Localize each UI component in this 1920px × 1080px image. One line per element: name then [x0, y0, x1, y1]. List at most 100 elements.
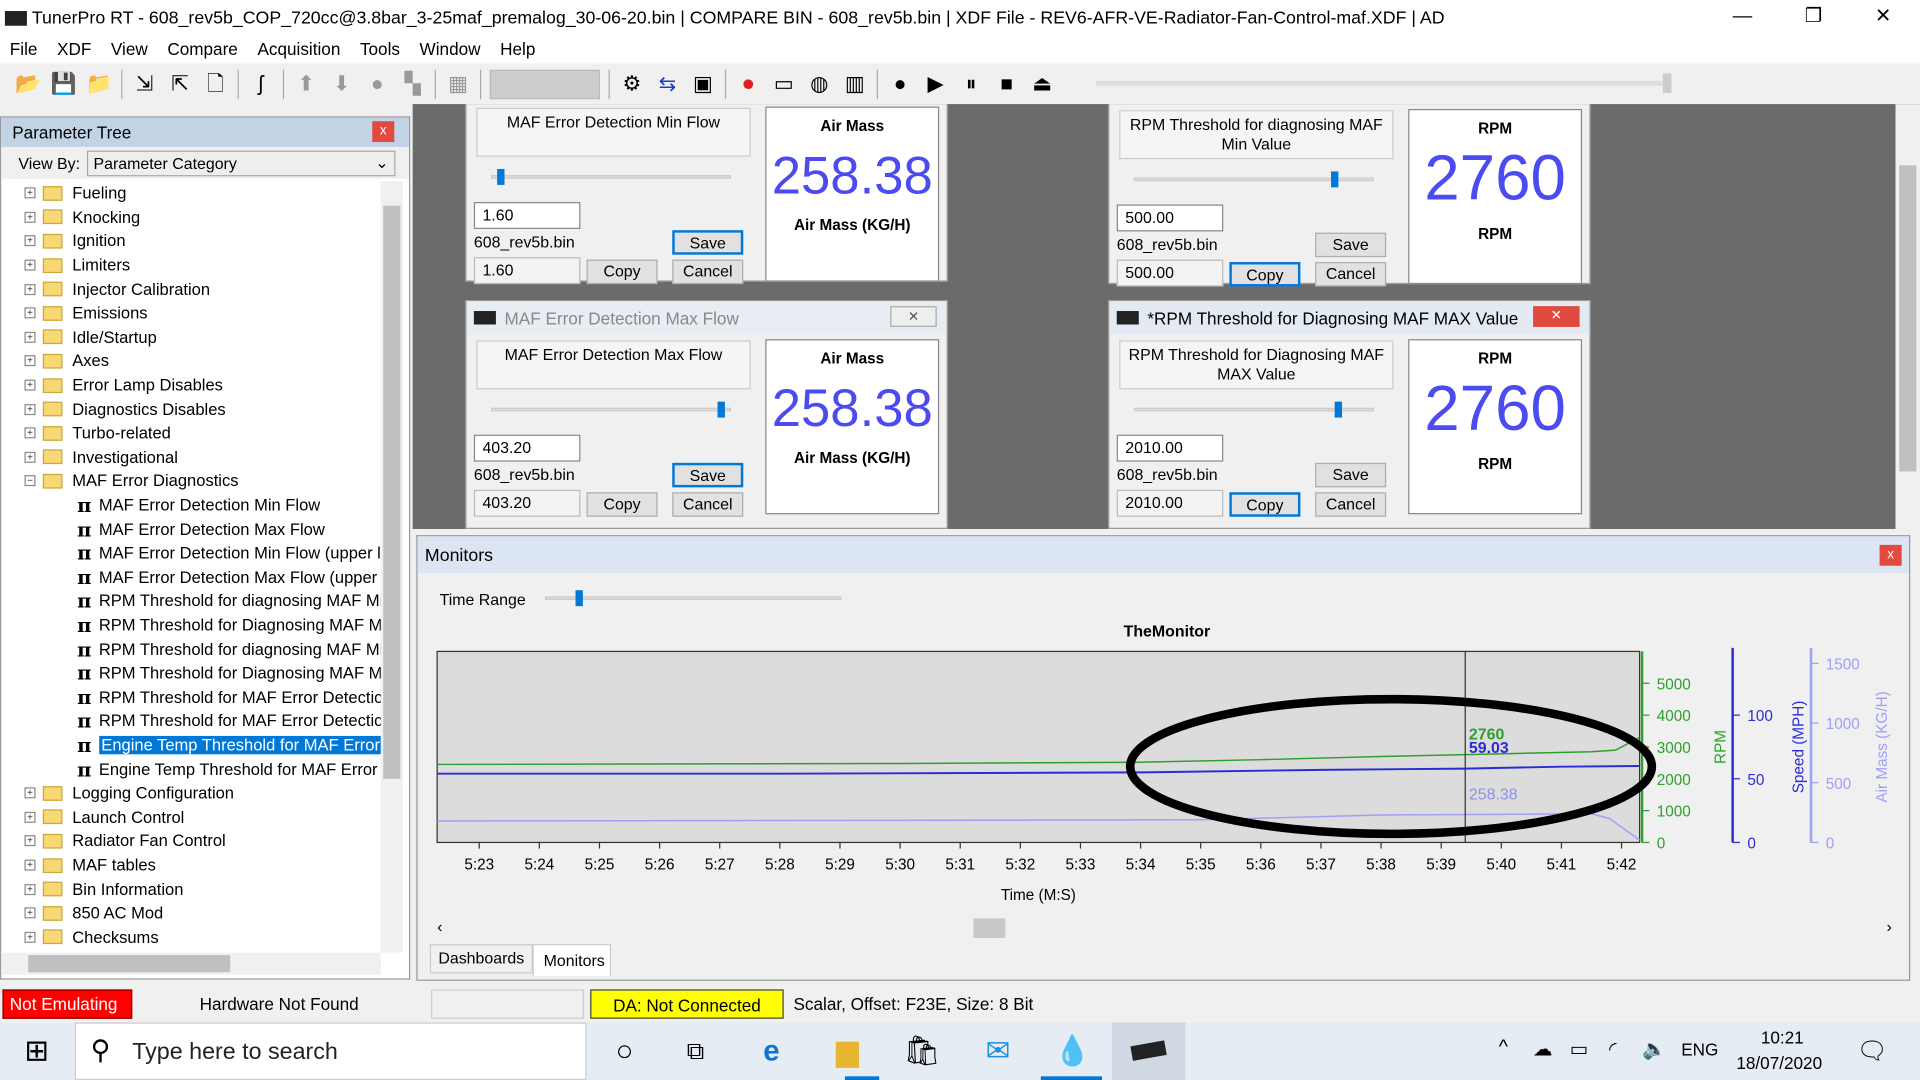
tree-parameter-item[interactable]: π RPM Threshold for MAF Error Detectic [1, 685, 381, 709]
tray-chevron-icon[interactable]: ^ [1499, 1037, 1508, 1059]
expand-icon[interactable]: + [24, 283, 36, 295]
folder-icon[interactable]: ▭ [770, 70, 797, 97]
save-button[interactable]: Save [672, 462, 744, 488]
scroll-right-icon[interactable]: › [1887, 917, 1892, 935]
close-icon[interactable]: ✕ [890, 306, 937, 327]
tree-category[interactable]: + Launch Control [1, 805, 184, 829]
slider-thumb[interactable] [1662, 73, 1672, 94]
notifications-icon[interactable]: 🗨 [1856, 1036, 1887, 1067]
expand-icon[interactable]: + [24, 187, 36, 199]
tree-parameter-item[interactable]: π RPM Threshold for Diagnosing MAF M/ [1, 661, 381, 685]
close-button[interactable]: ✕ [1855, 0, 1911, 37]
tree-parameter-item[interactable]: π MAF Error Detection Max Flow [1, 517, 325, 541]
tree-vscrollbar[interactable] [380, 181, 403, 953]
window-titlebar[interactable]: MAF Error Detection Max Flow ✕ [466, 301, 947, 335]
expand-icon[interactable]: + [24, 907, 36, 919]
tree-parameter-item[interactable]: π Engine Temp Threshold for MAF Error [1, 733, 381, 757]
menu-window[interactable]: Window [410, 37, 491, 64]
windows-start-icon[interactable]: ⊞ [17, 1032, 56, 1071]
tree-category[interactable]: + Turbo-related [1, 421, 171, 445]
language-indicator[interactable]: ENG [1681, 1040, 1718, 1060]
value-input[interactable]: 500.00 [1116, 204, 1224, 232]
battery-icon[interactable]: ▭ [1570, 1037, 1589, 1061]
expand-icon[interactable]: + [24, 427, 36, 439]
circle-icon[interactable]: ● [364, 70, 391, 97]
tree-parameter-item[interactable]: π RPM Threshold for diagnosing MAF Mi [1, 589, 381, 613]
expand-icon[interactable]: + [24, 259, 36, 271]
save-icon[interactable]: 💾 [50, 70, 77, 97]
tree-category[interactable]: + Investigational [1, 445, 178, 469]
tree-category[interactable]: + Error Lamp Disables [1, 373, 223, 397]
cancel-button[interactable]: Cancel [1315, 492, 1387, 517]
tree-category[interactable]: + Checksums [1, 925, 159, 949]
tree-category[interactable]: + Radiator Fan Control [1, 829, 226, 853]
expand-icon[interactable]: + [24, 835, 36, 847]
expand-icon[interactable]: + [24, 451, 36, 463]
expand-icon[interactable]: + [24, 235, 36, 247]
clock-time[interactable]: 10:21 [1761, 1027, 1804, 1047]
slider-thumb[interactable] [575, 590, 583, 607]
tree-parameter-item[interactable]: π RPM Threshold for diagnosing MAF Mi [1, 637, 381, 661]
export-icon[interactable]: ⇱ [167, 70, 194, 97]
copy-button[interactable]: Copy [1229, 492, 1301, 517]
compare-icon[interactable]: ▣ [689, 70, 716, 97]
play-icon[interactable]: ▶ [922, 70, 949, 97]
expand-icon[interactable]: + [24, 379, 36, 391]
up-icon[interactable]: ⬆ [293, 70, 320, 97]
mdi-vscrollbar[interactable] [1895, 104, 1920, 529]
open-icon[interactable]: 📂 [15, 70, 42, 97]
tree-category[interactable]: + Ignition [1, 229, 126, 253]
menu-acquisition[interactable]: Acquisition [248, 37, 350, 64]
menu-file[interactable]: File [0, 37, 47, 64]
mail-icon[interactable]: ✉ [978, 1032, 1017, 1071]
down-icon[interactable]: ⬇ [328, 70, 355, 97]
new-icon[interactable]: 🗋 [202, 70, 229, 97]
save-button[interactable]: Save [1315, 232, 1387, 258]
value-slider[interactable] [491, 168, 732, 185]
scroll-thumb[interactable] [973, 918, 1006, 938]
menu-tools[interactable]: Tools [350, 37, 410, 64]
scroll-thumb[interactable] [1899, 165, 1917, 472]
tree-category[interactable]: + Limiters [1, 253, 130, 277]
tree-category[interactable]: + Bin Information [1, 877, 183, 901]
cancel-button[interactable]: Cancel [672, 492, 744, 517]
tree-parameter-item[interactable]: π RPM Threshold for MAF Error Detectic [1, 709, 381, 733]
menu-xdf[interactable]: XDF [47, 37, 101, 64]
record-icon[interactable]: ⏺ [735, 70, 762, 97]
tree-parameter-item[interactable]: π MAF Error Detection Min Flow (upper l [1, 541, 381, 565]
cortana-icon[interactable]: ○ [605, 1032, 644, 1071]
expand-icon[interactable]: + [24, 859, 36, 871]
expand-icon[interactable]: + [24, 787, 36, 799]
value-slider[interactable] [491, 401, 732, 418]
slider-thumb[interactable] [1330, 171, 1338, 188]
value-input[interactable]: 2010.00 [1116, 434, 1224, 462]
menu-help[interactable]: Help [490, 37, 545, 64]
cancel-button[interactable]: Cancel [672, 259, 744, 285]
time-range-slider[interactable] [544, 590, 842, 607]
globe-icon[interactable]: ◍ [806, 70, 833, 97]
paint-icon[interactable]: 💧 [1053, 1032, 1092, 1071]
clock-date[interactable]: 18/07/2020 [1736, 1053, 1822, 1073]
copy-button[interactable]: Copy [586, 259, 658, 285]
slider-thumb[interactable] [1335, 401, 1343, 418]
copy-button[interactable]: Copy [1229, 262, 1301, 287]
value-input[interactable]: 403.20 [473, 434, 581, 462]
onedrive-icon[interactable]: ☁ [1533, 1037, 1553, 1061]
restore-button[interactable]: ❐ [1785, 0, 1841, 37]
expand-icon[interactable]: + [24, 883, 36, 895]
menu-compare[interactable]: Compare [158, 37, 248, 64]
scroll-thumb[interactable] [383, 205, 401, 779]
copy-icon[interactable]: ▚ [399, 70, 426, 97]
tree-category[interactable]: +850 AC Mod [1, 901, 163, 925]
save-button[interactable]: Save [672, 230, 744, 255]
toolbar-combo[interactable] [489, 69, 601, 99]
tree-parameter-item[interactable]: π MAF Error Detection Max Flow (upper [1, 565, 377, 589]
scroll-left-icon[interactable]: ‹ [437, 917, 442, 935]
taskbar-search[interactable]: ⚲ Type here to search [74, 1022, 587, 1080]
value-input[interactable]: 1.60 [473, 202, 581, 229]
tree-category[interactable]: + Emissions [1, 301, 148, 325]
save-button[interactable]: Save [1315, 462, 1387, 488]
slider-thumb[interactable] [496, 168, 505, 185]
cable-icon[interactable]: ʃ [247, 70, 274, 97]
import-icon[interactable]: ⇲ [131, 70, 158, 97]
